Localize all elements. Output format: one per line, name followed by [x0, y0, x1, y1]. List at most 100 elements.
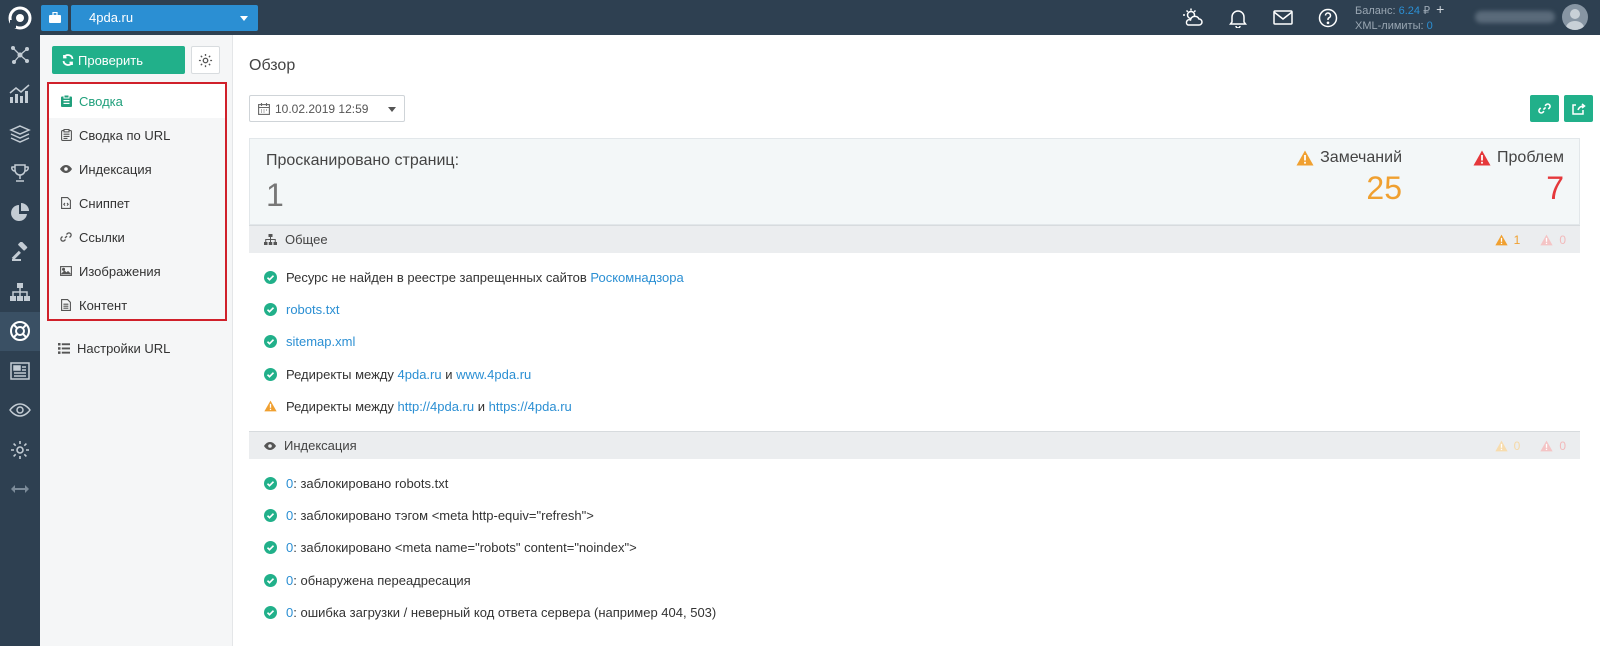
- nav-item-summary[interactable]: Сводка: [49, 84, 225, 118]
- row-conjunction: и: [441, 366, 457, 382]
- row-text: : заблокировано тэгом <meta http-equiv="…: [293, 507, 594, 523]
- chevron-down-icon: [240, 15, 248, 21]
- nav-item-images[interactable]: Изображения: [49, 254, 225, 288]
- nav-item-label: Ссылки: [79, 229, 125, 245]
- warnings-value: 25: [1366, 170, 1402, 206]
- warnings-label: Замечаний: [1320, 149, 1402, 166]
- report-sidebar: Проверить Сводка Сводка по URL Индексаци…: [40, 35, 233, 646]
- problems-stat[interactable]: Проблем 7: [1473, 149, 1564, 207]
- add-balance-icon[interactable]: +: [1436, 1, 1444, 17]
- page-title: Обзор: [249, 57, 296, 74]
- url-settings-label: Настройки URL: [77, 340, 171, 356]
- settings-button[interactable]: [191, 46, 220, 74]
- pie-chart-icon[interactable]: [0, 193, 40, 233]
- warnings-stat[interactable]: Замечаний 25: [1296, 149, 1402, 207]
- analytics-icon[interactable]: [0, 75, 40, 115]
- warning-icon: [1296, 150, 1314, 166]
- redirect-link-2[interactable]: www.4pda.ru: [456, 367, 531, 382]
- calendar-icon: [258, 102, 270, 115]
- newspaper-icon[interactable]: [0, 351, 40, 391]
- list-item: Ресурс не найден в реестре запрещенных с…: [249, 261, 1580, 293]
- link-icon: [1538, 103, 1551, 114]
- nav-item-content[interactable]: Контент: [49, 288, 225, 322]
- count-link[interactable]: 0: [286, 605, 293, 620]
- warning-icon: [1494, 234, 1508, 246]
- project-select[interactable]: 4pda.ru: [71, 4, 258, 31]
- share-icon: [1571, 103, 1586, 115]
- check-circle-icon: [264, 367, 277, 381]
- username[interactable]: [1475, 11, 1555, 23]
- share-button[interactable]: [1564, 95, 1593, 122]
- error-icon: [1540, 234, 1553, 246]
- expand-icon[interactable]: [0, 470, 40, 510]
- eye-icon[interactable]: [0, 391, 40, 431]
- sitemap-icon: [264, 234, 277, 245]
- check-button[interactable]: Проверить: [52, 46, 185, 74]
- count-link[interactable]: 0: [286, 476, 293, 491]
- nav-item-summary-url[interactable]: Сводка по URL: [49, 118, 225, 152]
- balance-value[interactable]: 6.24: [1399, 5, 1420, 17]
- count-link[interactable]: 0: [286, 573, 293, 588]
- logo-icon[interactable]: [0, 0, 40, 35]
- list-item: Редиректы между 4pda.ru и www.4pda.ru: [249, 358, 1580, 390]
- warning-icon: [264, 400, 277, 412]
- network-icon[interactable]: [0, 35, 40, 75]
- robots-txt-link[interactable]: robots.txt: [286, 302, 339, 317]
- row-conjunction: и: [474, 398, 489, 414]
- image-icon: [60, 266, 72, 276]
- nav-item-indexing[interactable]: Индексация: [49, 152, 225, 186]
- section-general-header[interactable]: Общее 1 0: [249, 225, 1580, 253]
- bell-icon[interactable]: [1215, 0, 1260, 35]
- report-nav: Сводка Сводка по URL Индексация Сниппет …: [47, 82, 227, 321]
- scanned-pages-label: Просканировано страниц:: [266, 152, 460, 169]
- check-button-label: Проверить: [78, 52, 144, 68]
- summary-panel: Просканировано страниц: 1 Замечаний 25 П…: [249, 138, 1580, 225]
- redirect-link-1[interactable]: 4pda.ru: [398, 367, 442, 382]
- redirect-link-http[interactable]: http://4pda.ru: [398, 399, 475, 414]
- check-circle-icon: [264, 573, 277, 587]
- top-bar: 4pda.ru Баланс: 6.24 ₽ + XML-лимиты: 0: [0, 0, 1600, 35]
- nav-item-url-settings[interactable]: Настройки URL: [58, 335, 170, 361]
- list-icon: [58, 342, 70, 354]
- file-text-icon: [60, 299, 72, 311]
- date-select[interactable]: 10.02.2019 12:59: [249, 95, 405, 122]
- refresh-icon: [62, 54, 74, 66]
- check-circle-icon: [264, 335, 277, 349]
- list-item: sitemap.xml: [249, 326, 1580, 358]
- help-icon[interactable]: [1305, 0, 1350, 35]
- xml-limits-label: XML-лимиты:: [1355, 20, 1424, 32]
- indexing-warning-count: 0: [1494, 439, 1520, 453]
- mail-icon[interactable]: [1260, 0, 1305, 35]
- row-text: : заблокировано <meta name="robots" cont…: [293, 540, 637, 556]
- gavel-icon[interactable]: [0, 233, 40, 273]
- sitemap-icon[interactable]: [0, 272, 40, 312]
- briefcase-icon: [48, 12, 61, 23]
- gear-icon[interactable]: [0, 430, 40, 470]
- trophy-icon[interactable]: [0, 154, 40, 194]
- row-text: : заблокировано robots.txt: [293, 475, 449, 491]
- scanned-pages-value: 1: [266, 177, 284, 213]
- redirect-link-https[interactable]: https://4pda.ru: [489, 399, 572, 414]
- layers-icon[interactable]: [0, 114, 40, 154]
- weather-icon[interactable]: [1170, 0, 1215, 35]
- problems-label: Проблем: [1497, 149, 1564, 166]
- xml-limits-value[interactable]: 0: [1427, 20, 1433, 32]
- check-circle-icon: [264, 541, 277, 555]
- avatar[interactable]: [1562, 4, 1588, 30]
- lifebuoy-icon[interactable]: [0, 311, 40, 351]
- count-link[interactable]: 0: [286, 540, 293, 555]
- nav-item-label: Контент: [79, 297, 128, 313]
- roskomnadzor-link[interactable]: Роскомнадзора: [590, 270, 683, 285]
- problems-value: 7: [1546, 170, 1564, 206]
- clipboard-icon: [60, 95, 72, 107]
- date-value: 10.02.2019 12:59: [275, 101, 369, 116]
- section-title: Индексация: [284, 438, 357, 453]
- count-link[interactable]: 0: [286, 508, 293, 523]
- projects-button[interactable]: [41, 4, 68, 31]
- copy-link-button[interactable]: [1530, 95, 1559, 122]
- nav-item-snippet[interactable]: Сниппет: [49, 186, 225, 220]
- nav-item-links[interactable]: Ссылки: [49, 220, 225, 254]
- section-indexing-header[interactable]: Индексация 0 0: [249, 431, 1580, 459]
- check-circle-icon: [264, 605, 277, 619]
- sitemap-xml-link[interactable]: sitemap.xml: [286, 334, 355, 349]
